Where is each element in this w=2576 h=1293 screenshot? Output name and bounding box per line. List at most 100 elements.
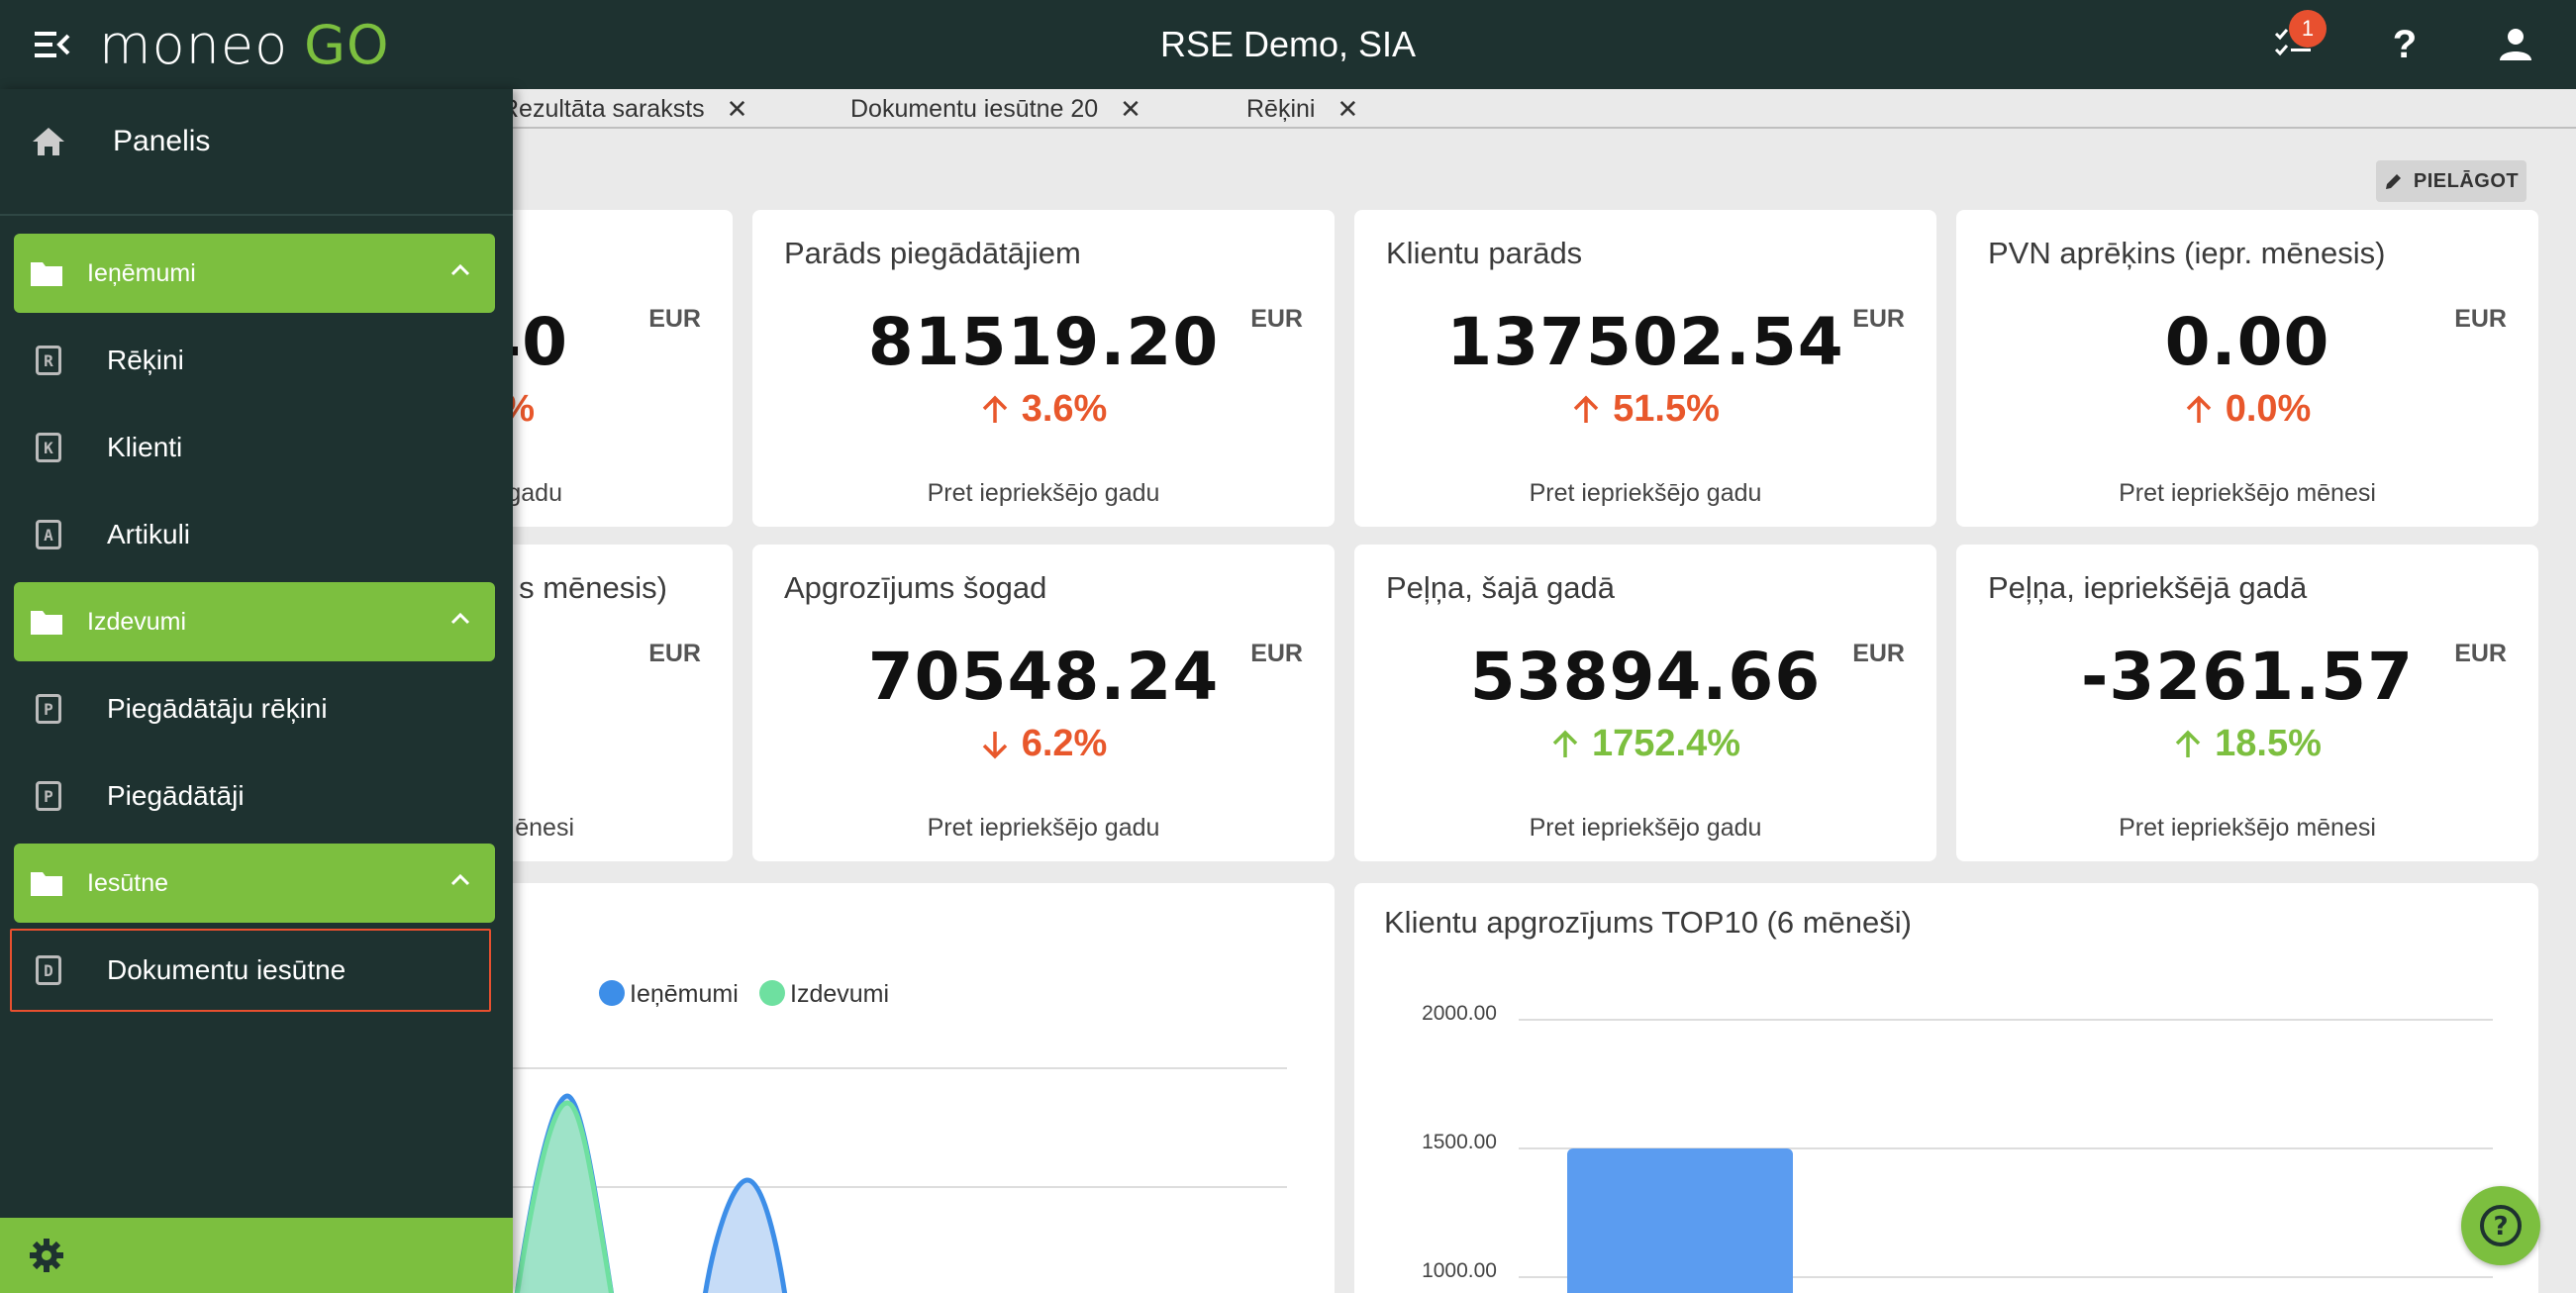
series-income-area-2 — [702, 1177, 788, 1293]
help-glyph: ? — [2493, 1212, 2508, 1242]
kpi-card-client-debt: Klientu parāds EUR 137502.54 51.5% Pret … — [1354, 210, 1936, 527]
sidebar-item-panelis[interactable]: Panelis — [0, 109, 513, 174]
sidebar-item-letter-icon: P — [36, 694, 61, 724]
arrow-down-icon — [980, 730, 1010, 759]
sidebar-item-label: Rēķini — [107, 345, 184, 375]
chevron-up-icon — [447, 606, 473, 637]
tab-label: Dokumentu iesūtne 20 — [850, 94, 1099, 123]
close-icon[interactable]: ✕ — [727, 94, 748, 125]
sidebar-item-piegadataji[interactable]: P Piegādātāji — [12, 754, 491, 838]
sidebar-item-letter-icon: R — [36, 346, 61, 375]
y-tick-label: 1000.00 — [1422, 1259, 1497, 1282]
kpi-card-turnover: Apgrozījums šogad EUR 70548.24 6.2% Pret… — [752, 545, 1335, 861]
folder-icon — [30, 869, 63, 897]
sidebar-group-label: Iesūtne — [87, 868, 169, 897]
card-note: Pret iepriekšējo mēnesi — [2119, 479, 2376, 507]
close-icon[interactable]: ✕ — [1337, 94, 1358, 125]
sidebar-item-label: Klienti — [107, 432, 183, 462]
sidebar-group-label: Izdevumi — [87, 607, 187, 636]
logo[interactable]: moneo GO — [99, 12, 390, 77]
tasks-icon[interactable]: 1 — [2267, 10, 2327, 71]
arrow-up-icon — [980, 395, 1010, 425]
card-note: Pret iepriekšējo mēnesi — [2119, 814, 2376, 842]
card-title: PVN aprēķins (iepr. mēnesis) — [1988, 236, 2386, 270]
help-chat-button[interactable]: ? — [2461, 1186, 2540, 1265]
card-change-value: 6.2% — [1021, 723, 1108, 764]
sidebar-item-label: Panelis — [113, 125, 211, 157]
top-bar: moneo GO RSE Demo, SIA 1 ? — [0, 0, 2576, 89]
tab-rezultata-saraksts[interactable]: Rezultāta saraksts ✕ — [501, 93, 747, 125]
user-icon[interactable] — [2489, 18, 2542, 71]
arrow-up-icon — [2173, 730, 2203, 759]
gear-icon[interactable] — [28, 1237, 65, 1274]
folder-icon — [30, 259, 63, 287]
sidebar-item-dokumentu-iesutne[interactable]: D Dokumentu iesūtne — [10, 929, 491, 1012]
home-icon — [32, 127, 65, 156]
card-change-value: 0.0% — [2225, 388, 2312, 430]
menu-collapse-icon[interactable] — [30, 22, 75, 67]
bar-client-1[interactable] — [1567, 1148, 1793, 1293]
card-change: 51.5% — [1354, 388, 1936, 431]
card-title: Peļņa, šajā gadā — [1386, 570, 1615, 605]
card-change: 18.5% — [1956, 723, 2538, 765]
sidebar-item-letter-icon: P — [36, 781, 61, 811]
sidebar-item-label: Piegādātāji — [107, 780, 245, 811]
sidebar-item-klienti[interactable]: K Klienti — [12, 406, 491, 489]
card-title: Peļņa, iepriekšējā gadā — [1988, 570, 2308, 605]
top-clients-chart-svg: 2000.00 1500.00 1000.00 — [1422, 1002, 2493, 1293]
notification-badge: 1 — [2289, 10, 2327, 48]
arrow-up-icon — [1571, 395, 1601, 425]
card-note: Pret iepriekšējo gadu — [927, 479, 1160, 507]
card-change: 6.2% — [752, 723, 1335, 765]
sidebar-item-artikuli[interactable]: A Artikuli — [12, 493, 491, 576]
arrow-up-icon — [2184, 395, 2214, 425]
card-title: Parāds piegādātājiem — [784, 236, 1081, 270]
tab-dokumentu-iesutne[interactable]: Dokumentu iesūtne 20 ✕ — [850, 93, 1141, 125]
card-change-value: 1752.4% — [1591, 723, 1740, 764]
sidebar-item-label: Artikuli — [107, 519, 191, 549]
card-note: Pret iepriekšējo gadu — [1529, 479, 1762, 507]
logo-main: moneo — [99, 13, 289, 76]
pencil-icon — [2385, 174, 2401, 189]
legend-income: Ieņēmumi — [630, 980, 739, 1008]
help-circle-icon: ? — [2480, 1205, 2522, 1246]
card-change-value: 51.5% — [1613, 388, 1720, 430]
kpi-card-supplier-debt: Parāds piegādātājiem EUR 81519.20 3.6% P… — [752, 210, 1335, 527]
kpi-card-profit-last-year: Peļņa, iepriekšējā gadā EUR -3261.57 18.… — [1956, 545, 2538, 861]
card-title: Apgrozījums šogad — [784, 570, 1047, 605]
y-tick-label: 1500.00 — [1422, 1131, 1497, 1153]
close-icon[interactable]: ✕ — [1120, 94, 1141, 125]
kpi-card-vat: PVN aprēķins (iepr. mēnesis) EUR 0.00 0.… — [1956, 210, 2538, 527]
chevron-up-icon — [447, 257, 473, 288]
sidebar-item-letter-icon: K — [36, 433, 61, 462]
y-tick-label: 2000.00 — [1422, 1002, 1497, 1025]
sidebar-group-ienemumi[interactable]: Ieņēmumi — [14, 234, 495, 313]
tab-label: Rēķini — [1246, 94, 1316, 123]
tab-label: Rezultāta saraksts — [501, 94, 705, 123]
sidebar-item-piegadataju-rekini[interactable]: P Piegādātāju rēķini — [12, 667, 491, 750]
sidebar-item-letter-icon: D — [36, 955, 61, 985]
card-change-value: 18.5% — [2215, 723, 2322, 764]
arrow-up-icon — [1550, 730, 1580, 759]
card-note: Pret iepriekšējo gadu — [927, 814, 1160, 842]
sidebar-group-izdevumi[interactable]: Izdevumi — [14, 582, 495, 661]
adjust-button[interactable]: PIELĀGOT — [2376, 160, 2526, 202]
card-value: 53894.66 — [1469, 639, 1822, 715]
help-icon[interactable]: ? — [2378, 18, 2431, 71]
card-value: 0.00 — [2164, 304, 2330, 380]
card-title: Klientu parāds — [1386, 236, 1583, 270]
sidebar-item-rekini[interactable]: R Rēķini — [12, 319, 491, 402]
adjust-label: PIELĀGOT — [2413, 169, 2520, 192]
card-change-value: 3.6% — [1021, 388, 1108, 430]
tab-rekini[interactable]: Rēķini ✕ — [1246, 93, 1358, 125]
sidebar-divider — [0, 214, 513, 216]
card-value: -3261.57 — [2080, 639, 2414, 715]
card-change: 0.0% — [1956, 388, 2538, 431]
card-change: 1752.4% — [1354, 723, 1936, 765]
card-value: 81519.20 — [867, 304, 1220, 380]
card-value: 70548.24 — [867, 639, 1220, 715]
legend-dot-income — [599, 980, 625, 1006]
chevron-up-icon — [447, 867, 473, 898]
card-change: 3.6% — [752, 388, 1335, 431]
sidebar-group-iesutne[interactable]: Iesūtne — [14, 844, 495, 923]
